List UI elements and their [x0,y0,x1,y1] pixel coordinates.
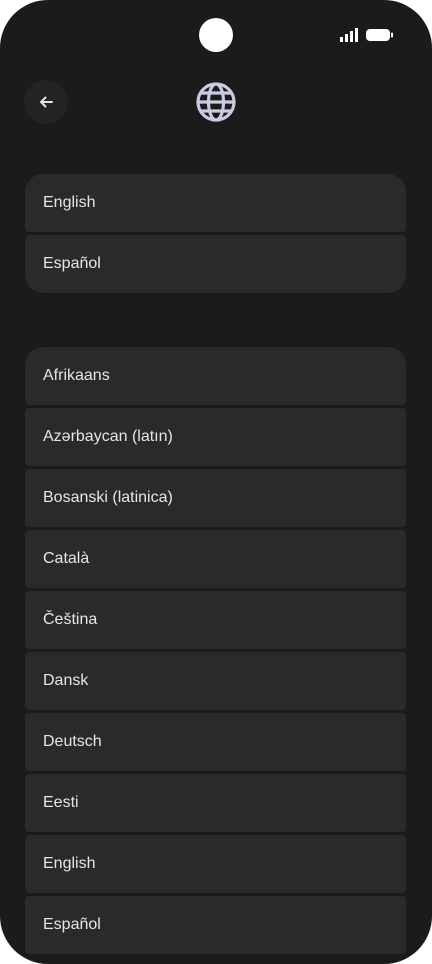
language-item-label: Afrikaans [43,367,110,384]
language-item-label: Català [43,550,90,567]
language-item[interactable]: Bosanski (latinica) [25,469,406,527]
arrow-left-icon [40,96,53,108]
language-item[interactable]: Dansk [25,652,406,710]
language-item[interactable]: Deutsch [25,713,406,771]
language-item-label: Español [43,916,101,933]
suggested-language-item[interactable]: English [25,174,406,232]
language-item[interactable]: Azərbaycan (latın) [25,408,406,466]
back-button[interactable] [24,80,68,124]
suggested-language-item-label: English [43,194,96,211]
language-item[interactable]: Afrikaans [25,347,406,405]
language-item-label: English [43,855,96,872]
phone-frame: English Español Afrikaans Azərbaycan (latı… [0,0,432,964]
suggested-language-item-label: Español [43,255,101,272]
language-item-label: Deutsch [43,733,102,750]
language-item[interactable]: Català [25,530,406,588]
front-camera [199,18,233,52]
globe-icon [196,82,236,122]
signal-icon [340,28,358,42]
language-item[interactable]: Čeština [25,591,406,649]
language-item-label: Eesti [43,794,79,811]
language-item[interactable]: Eesti [25,774,406,832]
status-bar [340,28,394,42]
language-item-label: Dansk [43,672,89,689]
battery-icon [366,29,393,41]
language-item[interactable]: English [25,835,406,893]
language-item[interactable]: Español [25,896,406,954]
language-item-label: Azərbaycan (latın) [43,428,173,445]
all-languages-list: Afrikaans Azərbaycan (latın) Bosanski (lat… [25,347,406,957]
language-item-label: Čeština [43,611,98,628]
suggested-language-item[interactable]: Español [25,235,406,293]
language-item-label: Bosanski (latinica) [43,489,173,506]
suggested-languages-list: English Español [25,174,406,293]
